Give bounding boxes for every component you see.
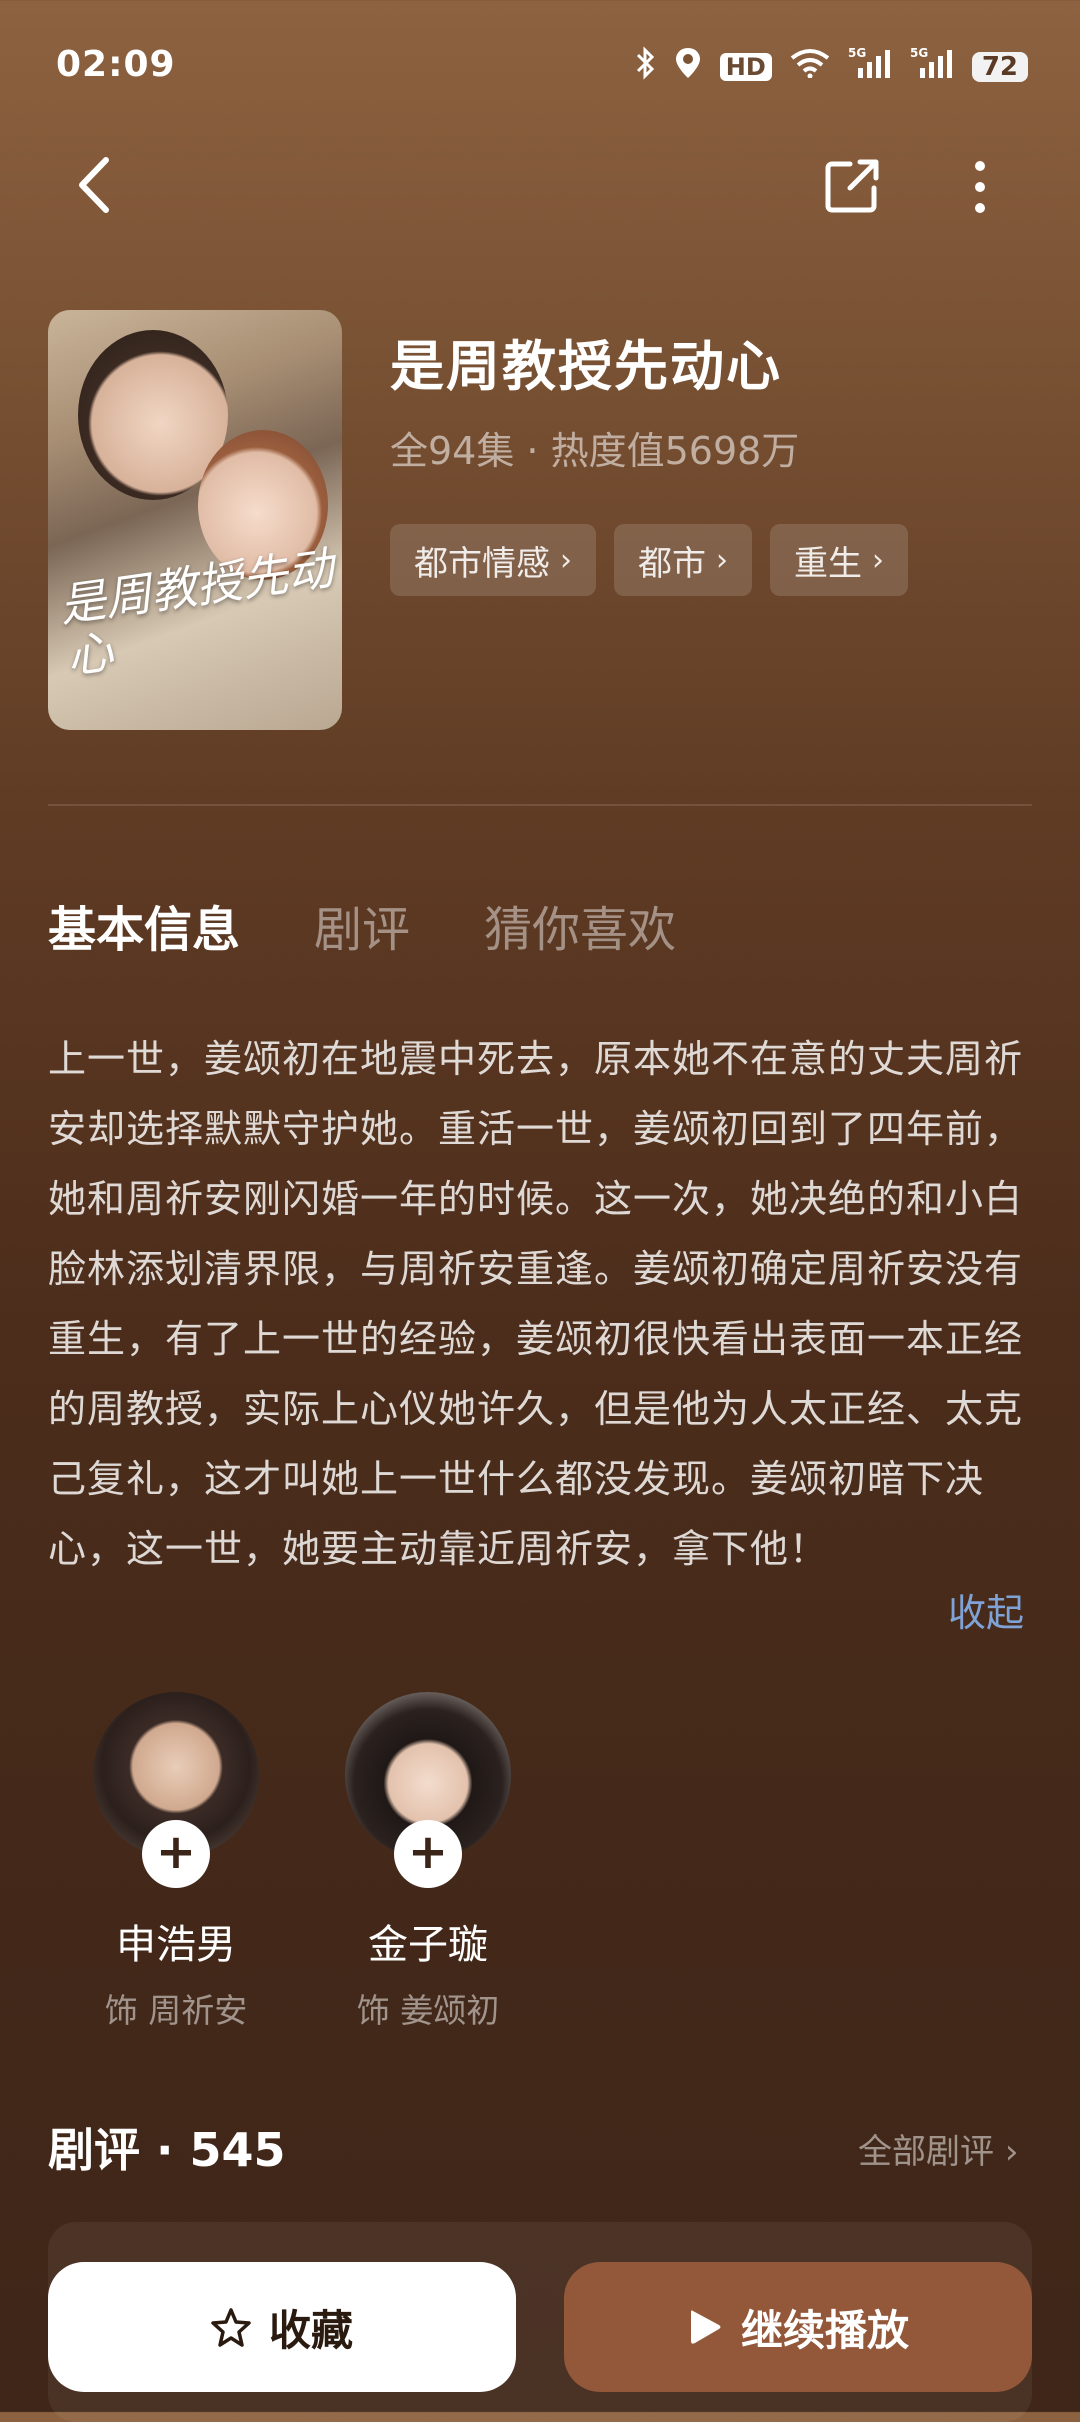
- tab-recommendations[interactable]: 猜你喜欢: [484, 890, 676, 960]
- bluetooth-icon: [634, 46, 656, 87]
- chevron-right-icon: ›: [872, 542, 884, 578]
- continue-play-label: 继续播放: [740, 2305, 909, 2355]
- tag-chip[interactable]: 重生 ›: [770, 524, 908, 596]
- all-reviews-link[interactable]: 全部剧评 ›: [858, 2124, 1018, 2173]
- tab-basic-info[interactable]: 基本信息: [48, 890, 240, 960]
- signal-5g-icon: 5G: [910, 46, 954, 87]
- tag-label: 都市情感: [414, 543, 550, 584]
- tab-bar: 基本信息 剧评 猜你喜欢: [48, 890, 676, 960]
- cast-name: 申浩男: [116, 1922, 236, 1968]
- collapse-link[interactable]: 收起: [948, 1582, 1024, 1637]
- divider: [48, 804, 1032, 806]
- follow-button[interactable]: +: [394, 1820, 462, 1888]
- show-meta: 全94集 · 热度值5698万: [390, 429, 800, 473]
- status-icons: HD 5G 5G 72: [634, 46, 1028, 87]
- back-button[interactable]: [66, 150, 126, 220]
- follow-button[interactable]: +: [142, 1820, 210, 1888]
- cast-list: + 申浩男 饰 周祈安 + 金子璇 饰 姜颂初: [90, 1692, 514, 2032]
- poster-title-calligraphy: 是周教授先动心: [55, 540, 337, 684]
- favorite-label: 收藏: [268, 2305, 353, 2355]
- chevron-right-icon: ›: [716, 542, 728, 578]
- tag-list: 都市情感 › 都市 › 重生 ›: [390, 524, 908, 596]
- battery-icon: 72: [971, 51, 1028, 82]
- cast-name: 金子璇: [368, 1922, 488, 1968]
- favorite-button[interactable]: 收藏: [48, 2262, 516, 2392]
- reviews-heading: 剧评 · 545: [48, 2123, 286, 2177]
- cast-member[interactable]: + 申浩男 饰 周祈安: [90, 1692, 262, 2032]
- cast-role: 饰 姜颂初: [356, 1991, 500, 2030]
- share-button[interactable]: [822, 156, 882, 216]
- tab-reviews[interactable]: 剧评: [314, 890, 410, 960]
- all-reviews-label: 全部剧评: [858, 2132, 994, 2172]
- svg-text:5G: 5G: [910, 46, 928, 60]
- location-icon: [674, 46, 702, 87]
- wifi-icon: [790, 48, 830, 85]
- continue-play-button[interactable]: 继续播放: [564, 2262, 1032, 2392]
- cast-role: 饰 周祈安: [104, 1991, 248, 2030]
- cast-member[interactable]: + 金子璇 饰 姜颂初: [342, 1692, 514, 2032]
- more-vertical-icon: [975, 161, 985, 213]
- hd-icon: HD: [719, 52, 772, 81]
- star-icon: [211, 2308, 251, 2347]
- share-icon: [825, 159, 879, 213]
- tag-chip[interactable]: 都市情感 ›: [390, 524, 596, 596]
- more-button[interactable]: [960, 152, 1000, 222]
- play-icon: [690, 2310, 721, 2344]
- tag-label: 都市: [638, 543, 706, 584]
- chevron-right-icon: ›: [560, 542, 572, 578]
- synopsis-text: 上一世，姜颂初在地震中死去，原本她不在意的丈夫周祈安却选择默默守护她。重活一世，…: [48, 1037, 1024, 1571]
- poster-image[interactable]: 是周教授先动心: [48, 310, 342, 730]
- show-title: 是周教授先动心: [390, 335, 782, 398]
- status-time: 02:09: [56, 44, 176, 85]
- chevron-left-icon: [79, 157, 109, 213]
- signal-5g-icon: 5G: [848, 46, 892, 87]
- tag-label: 重生: [794, 543, 862, 584]
- svg-text:5G: 5G: [848, 46, 866, 60]
- chevron-right-icon: ›: [1004, 2132, 1019, 2172]
- tag-chip[interactable]: 都市 ›: [614, 524, 752, 596]
